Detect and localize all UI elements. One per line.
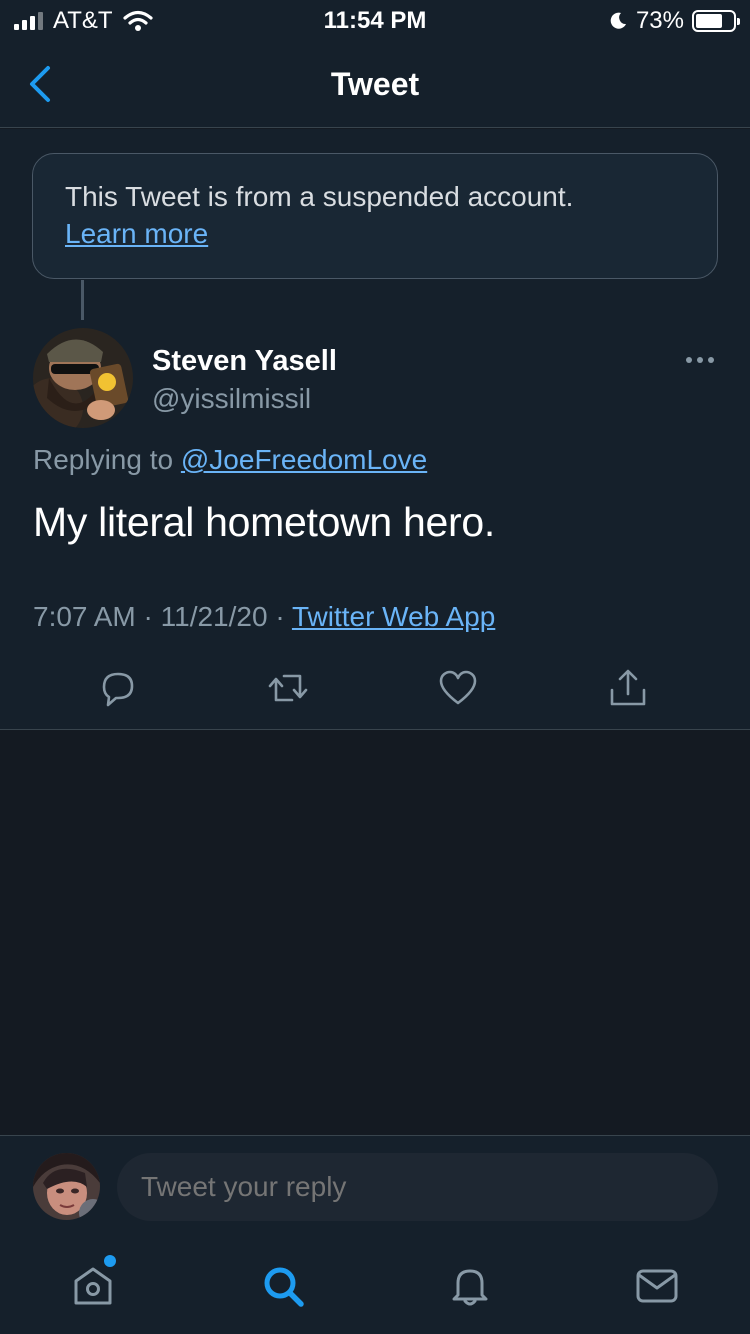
nav-bar: Tweet xyxy=(0,40,750,128)
tweet-time: 7:07 AM xyxy=(33,601,136,632)
battery-percent: 73% xyxy=(635,7,684,34)
replying-prefix: Replying to xyxy=(33,444,174,475)
replying-to-link[interactable]: @JoeFreedomLove xyxy=(181,444,427,475)
user-avatar[interactable] xyxy=(33,1153,100,1220)
author-avatar[interactable] xyxy=(33,328,133,428)
tab-search[interactable] xyxy=(258,1261,308,1311)
tab-home[interactable] xyxy=(68,1261,118,1311)
tweet-actions xyxy=(0,666,750,710)
status-bar: AT&T 11:54 PM 73% xyxy=(0,0,750,40)
share-button[interactable] xyxy=(606,666,650,710)
moon-icon xyxy=(610,12,626,29)
learn-more-link[interactable]: Learn more xyxy=(65,215,208,252)
replying-to: Replying to @JoeFreedomLove xyxy=(33,444,427,476)
battery-icon xyxy=(692,10,740,32)
notification-dot xyxy=(104,1255,116,1267)
tweet-text: My literal hometown hero. xyxy=(33,499,495,545)
user-avatar-image xyxy=(33,1153,100,1220)
tab-notifications[interactable] xyxy=(445,1261,495,1311)
home-icon xyxy=(74,1267,112,1305)
share-icon xyxy=(610,669,646,706)
author-handle[interactable]: @yissilmissil xyxy=(152,383,311,415)
tweet-source-link[interactable]: Twitter Web App xyxy=(292,601,495,632)
meta-separator: · xyxy=(275,601,285,632)
more-dot xyxy=(686,357,692,363)
more-options-button[interactable] xyxy=(680,345,720,375)
author-name[interactable]: Steven Yasell xyxy=(152,345,337,378)
status-right: 73% xyxy=(608,7,740,35)
tweet-detail: This Tweet is from a suspended account. … xyxy=(0,129,750,730)
author-avatar-image xyxy=(33,328,133,428)
reply-button[interactable] xyxy=(96,666,140,710)
notifications-icon xyxy=(452,1269,488,1306)
suspended-notice-text: This Tweet is from a suspended account. xyxy=(65,181,574,212)
messages-icon xyxy=(636,1269,678,1303)
like-icon xyxy=(439,670,477,705)
more-dot xyxy=(708,357,714,363)
battery-fill xyxy=(696,14,723,28)
tweet-date: 11/21/20 xyxy=(160,601,268,632)
tab-bar xyxy=(0,1235,750,1334)
suspended-notice: This Tweet is from a suspended account. … xyxy=(32,153,718,279)
like-button[interactable] xyxy=(436,666,480,710)
search-icon xyxy=(264,1267,304,1307)
reply-icon xyxy=(102,672,134,707)
page-title: Tweet xyxy=(330,66,420,102)
more-dot xyxy=(697,357,703,363)
tab-messages[interactable] xyxy=(632,1261,682,1311)
reply-input[interactable] xyxy=(117,1153,718,1221)
retweet-icon xyxy=(268,674,308,702)
retweet-button[interactable] xyxy=(266,666,310,710)
tweet-meta: 7:07 AM · 11/21/20 · Twitter Web App xyxy=(33,601,495,633)
meta-separator: · xyxy=(143,601,153,632)
thread-connector xyxy=(81,280,84,320)
reply-composer xyxy=(0,1135,750,1235)
